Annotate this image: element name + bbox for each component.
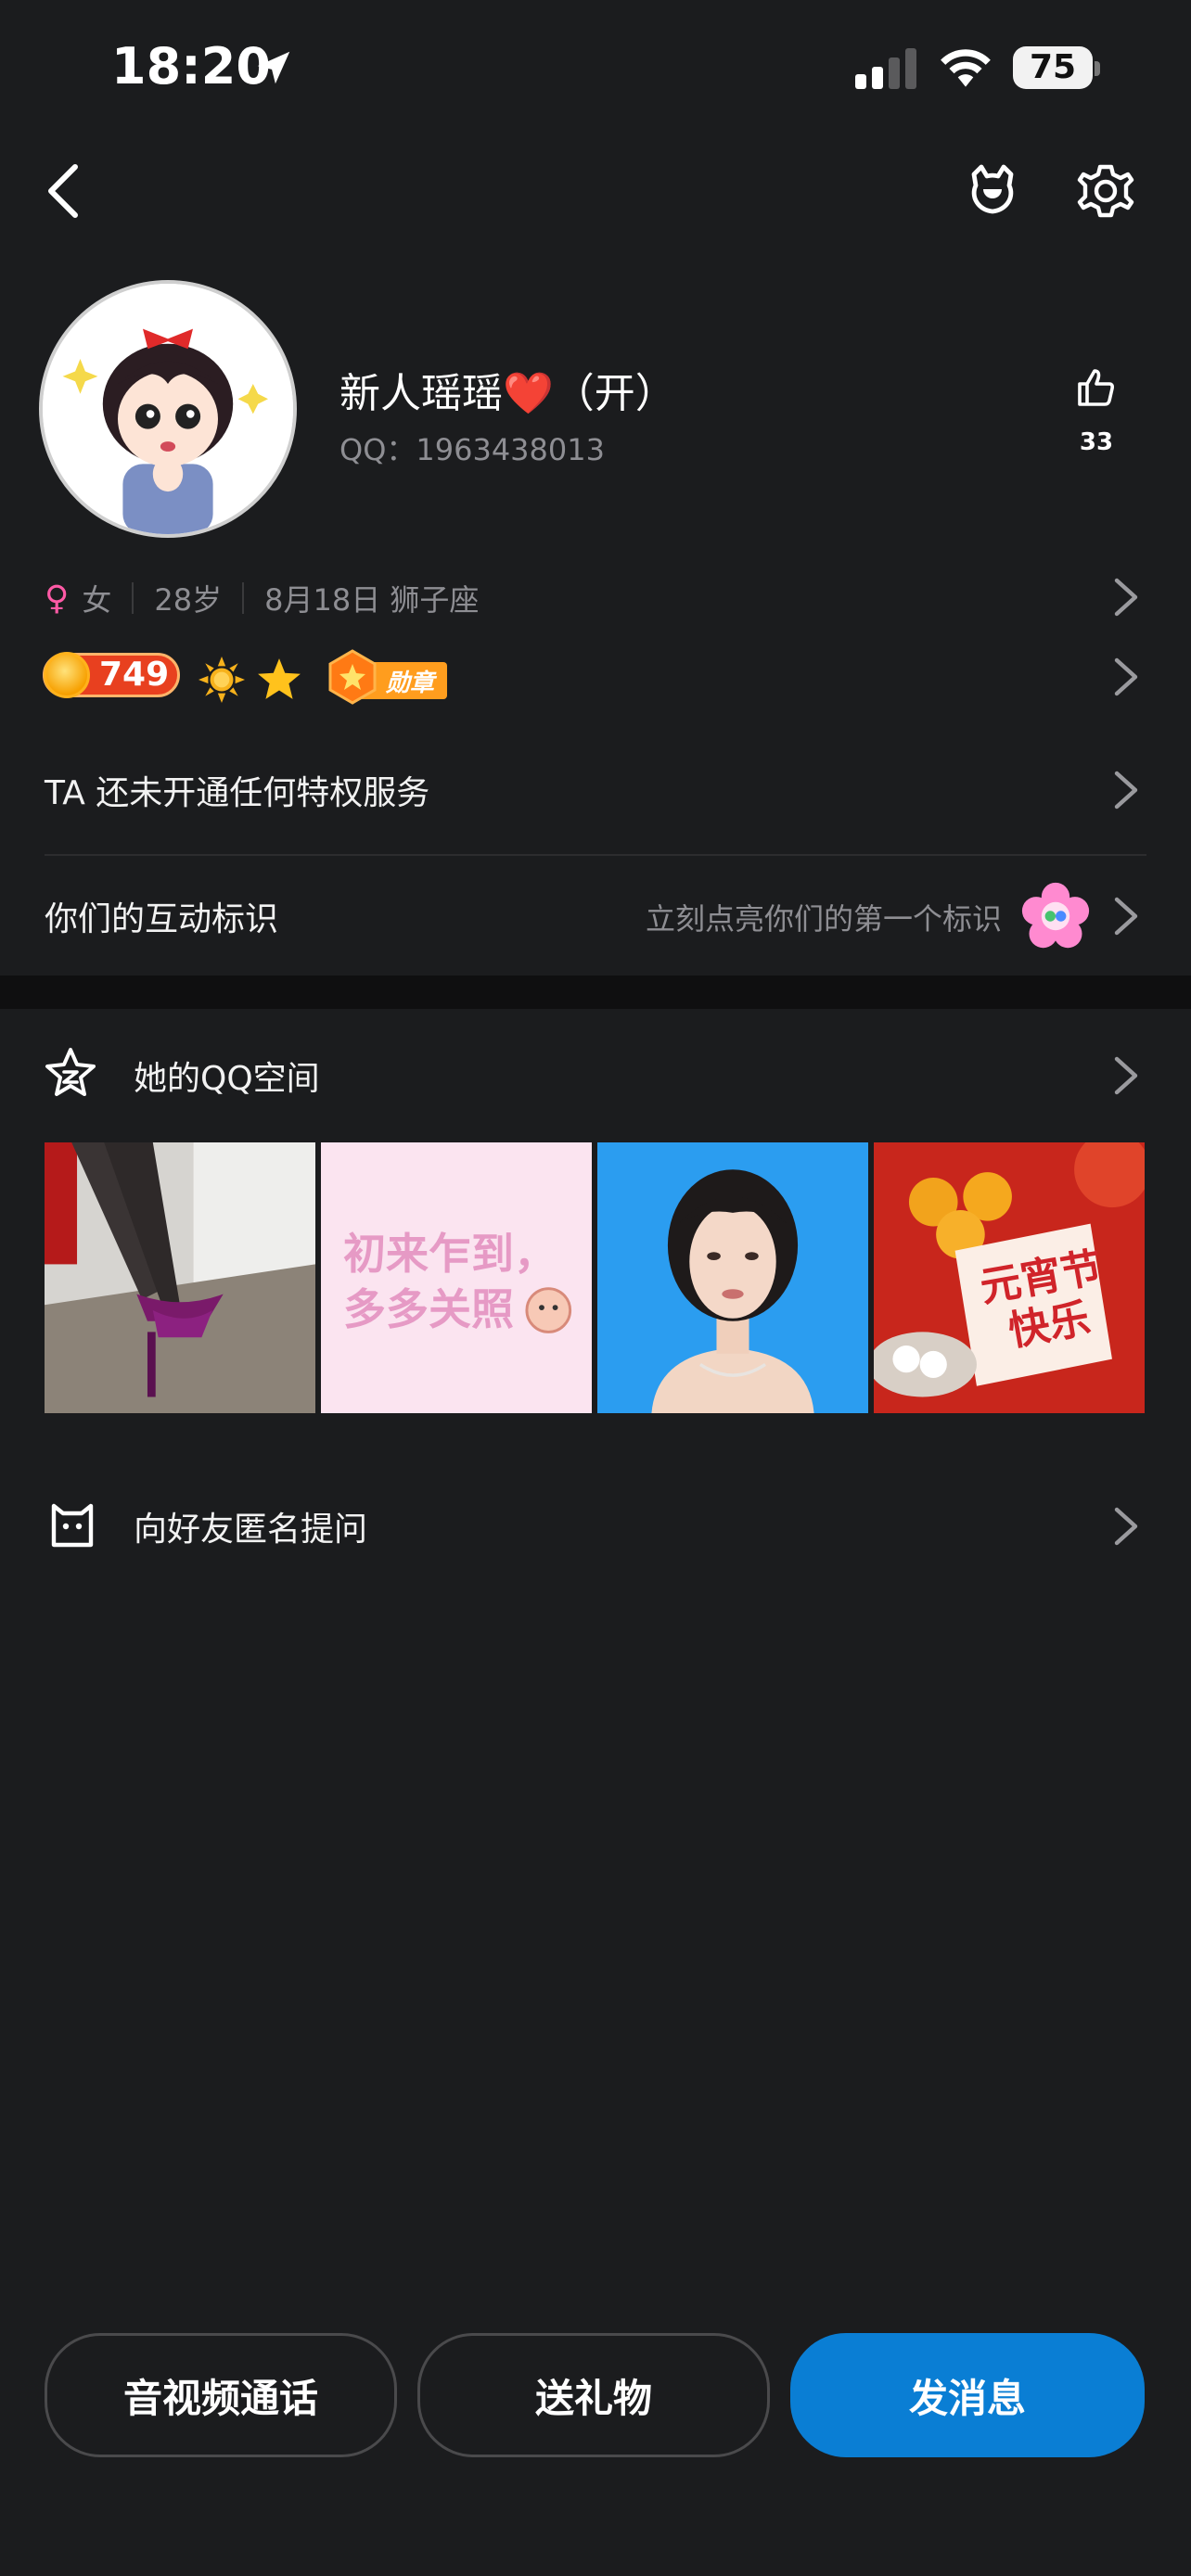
- photo-lantern[interactable]: 元宵节快乐: [874, 1142, 1145, 1413]
- medal-hexagon-icon: [328, 649, 377, 705]
- section-separator: [0, 976, 1191, 1009]
- heels-photo-image: [45, 1142, 315, 1413]
- photo-portrait[interactable]: [597, 1142, 868, 1413]
- wifi-icon: [941, 49, 991, 87]
- qzone-star-icon: [45, 1048, 96, 1096]
- sun-badge-icon: [198, 657, 245, 703]
- qq-number: QQ：1963438013: [339, 432, 605, 467]
- battery-indicator: 75: [1013, 46, 1102, 91]
- cat-question-icon: [51, 1503, 94, 1548]
- like-count: 33: [1079, 428, 1114, 456]
- pet-face-icon[interactable]: [963, 159, 1022, 219]
- chevron-right-icon[interactable]: [1113, 1055, 1139, 1096]
- medal-badge[interactable]: 勋章: [327, 649, 449, 705]
- interaction-row-label[interactable]: 你们的互动标识: [45, 892, 278, 940]
- chevron-right-icon[interactable]: [1113, 577, 1139, 618]
- settings-gear-icon[interactable]: [1076, 161, 1135, 221]
- thumbs-up-icon[interactable]: [1074, 365, 1119, 410]
- gender-text: 女: [82, 582, 112, 618]
- age-text: 28岁: [154, 582, 223, 618]
- basic-info-row[interactable]: ♀ 女 28岁 8月18日 狮子座: [45, 577, 479, 619]
- profile-name: 新人瑶瑶❤️（开）: [339, 370, 676, 417]
- separator: [242, 582, 245, 614]
- coin-icon: [44, 652, 90, 698]
- level-badge[interactable]: 749: [43, 652, 180, 698]
- avatar-cartoon-girl-image: [43, 284, 293, 534]
- female-symbol-icon: ♀: [45, 579, 70, 618]
- photo-greeting[interactable]: 初来乍到， 多多关照: [321, 1142, 592, 1413]
- privilege-row-label[interactable]: TA 还未开通任何特权服务: [45, 766, 429, 814]
- photo-heels[interactable]: [45, 1142, 315, 1413]
- portrait-photo-image: [597, 1142, 868, 1413]
- qzone-photo-strip: 初来乍到， 多多关照 元宵节快乐: [45, 1142, 1145, 1413]
- chevron-right-icon[interactable]: [1113, 657, 1139, 697]
- star-badge-icon: [258, 658, 301, 699]
- medal-label: 勋章: [386, 670, 435, 697]
- location-arrow-icon: [257, 51, 290, 84]
- chevron-right-icon[interactable]: [1113, 896, 1139, 937]
- send-gift-button[interactable]: 送礼物: [417, 2333, 770, 2457]
- back-arrow-icon[interactable]: [43, 163, 85, 219]
- send-message-button[interactable]: 发消息: [790, 2333, 1145, 2457]
- greeting-caption: 初来乍到， 多多关照: [343, 1229, 557, 1334]
- cellular-signal-icon: [855, 48, 916, 89]
- qzone-title[interactable]: 她的QQ空间: [134, 1052, 320, 1100]
- level-number: 749: [99, 656, 170, 694]
- interaction-hint: 立刻点亮你们的第一个标识: [646, 901, 1003, 937]
- separator: [132, 582, 134, 614]
- flower-identifier-icon: [1021, 882, 1090, 949]
- video-call-button[interactable]: 音视频通话: [45, 2333, 397, 2457]
- chevron-right-icon[interactable]: [1113, 1506, 1139, 1547]
- anonymous-question-label[interactable]: 向好友匿名提问: [134, 1502, 367, 1550]
- birthday-text: 8月18日 狮子座: [264, 582, 480, 618]
- status-time: 18:20: [111, 37, 271, 96]
- row-divider: [45, 854, 1146, 856]
- avatar[interactable]: [39, 280, 297, 538]
- chevron-right-icon[interactable]: [1113, 770, 1139, 810]
- battery-level: 75: [1029, 48, 1077, 86]
